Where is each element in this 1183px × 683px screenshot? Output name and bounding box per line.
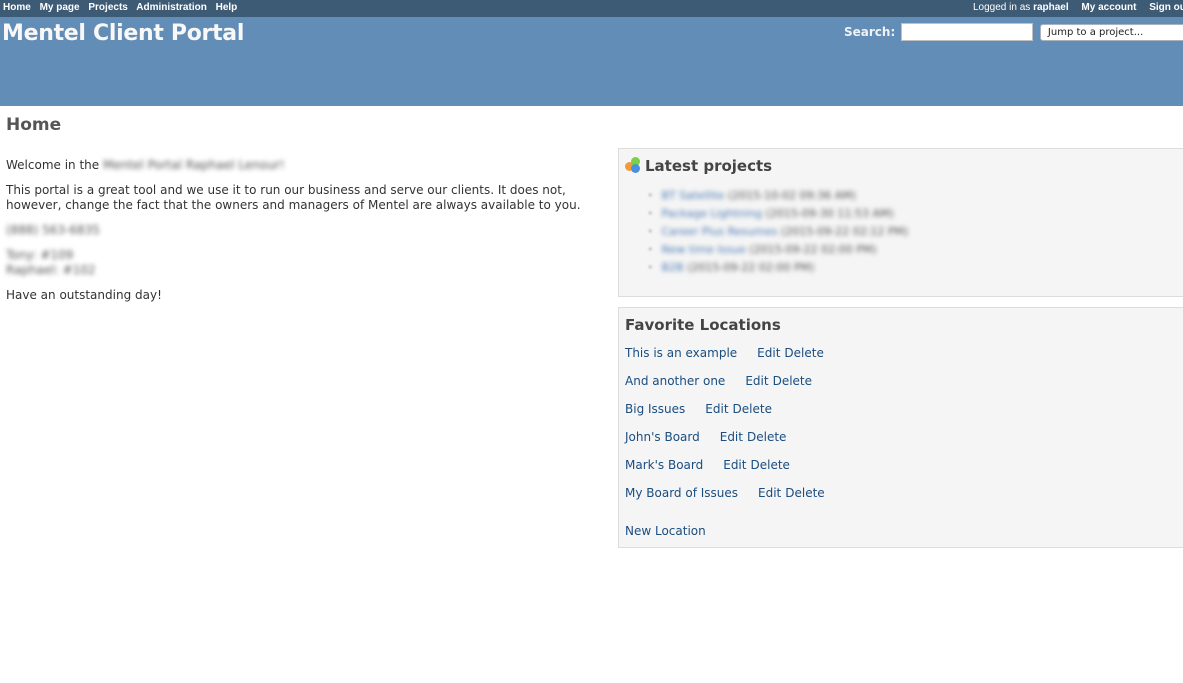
- menu-administration[interactable]: Administration: [136, 2, 207, 13]
- list-item: B2B (2015-09-22 02:00 PM): [647, 259, 908, 277]
- search-input[interactable]: [901, 23, 1034, 41]
- edit-link[interactable]: Edit: [705, 402, 728, 416]
- project-link[interactable]: B2B: [662, 261, 684, 274]
- delete-link[interactable]: Delete: [733, 402, 772, 416]
- latest-projects-box: Latest projects BT Satellite (2015-10-02…: [618, 148, 1183, 297]
- edit-link[interactable]: Edit: [720, 430, 743, 444]
- menu-projects[interactable]: Projects: [88, 2, 127, 13]
- latest-projects-heading: Latest projects: [625, 157, 772, 175]
- favorite-link[interactable]: And another one: [625, 374, 725, 388]
- extension-line: Raphael: #102: [6, 263, 96, 277]
- edit-link[interactable]: Edit: [723, 458, 746, 472]
- quick-search: Search: Jump to a project...: [844, 23, 1183, 41]
- header: Mentel Client Portal Search: Jump to a p…: [0, 17, 1183, 106]
- favorite-row: And another one Edit Delete: [625, 374, 812, 388]
- project-date: (2015-09-22 02:00 PM): [749, 243, 877, 256]
- favorite-row: My Board of Issues Edit Delete: [625, 486, 825, 500]
- site-title: Mentel Client Portal: [2, 21, 245, 46]
- new-location-link[interactable]: New Location: [625, 524, 706, 538]
- account-menu: Logged in as raphael My account Sign out: [973, 0, 1183, 16]
- favorite-locations-title: Favorite Locations: [625, 316, 781, 334]
- latest-projects-title: Latest projects: [645, 157, 773, 175]
- extensions: Tony: #109 Raphael: #102: [6, 248, 606, 278]
- favorite-locations-box: Favorite Locations This is an example Edi…: [618, 307, 1183, 548]
- list-item: BT Satellite (2015-10-02 09:36 AM): [647, 187, 908, 205]
- project-date: (2015-09-22 02:12 PM): [780, 225, 909, 238]
- favorite-row: Mark's Board Edit Delete: [625, 458, 790, 472]
- closing-line: Have an outstanding day!: [6, 288, 162, 302]
- my-account-link[interactable]: My account: [1081, 2, 1136, 13]
- project-link[interactable]: New time Issue: [662, 243, 746, 256]
- favorite-link[interactable]: This is an example: [625, 346, 737, 360]
- top-menu-left: Home My page Projects Administration Hel…: [3, 0, 243, 16]
- jump-to-project-select[interactable]: Jump to a project...: [1039, 23, 1183, 41]
- edit-link[interactable]: Edit: [758, 486, 781, 500]
- menu-help[interactable]: Help: [216, 2, 238, 13]
- favorite-row: This is an example Edit Delete: [625, 346, 824, 360]
- welcome-prefix: Welcome in the: [6, 158, 100, 172]
- menu-home[interactable]: Home: [3, 2, 31, 13]
- logged-in-label: Logged in as: [973, 2, 1031, 13]
- delete-link[interactable]: Delete: [750, 458, 789, 472]
- delete-link[interactable]: Delete: [784, 346, 823, 360]
- intro-paragraph: This portal is a great tool and we use i…: [6, 183, 581, 212]
- top-menu: Home My page Projects Administration Hel…: [0, 0, 1183, 17]
- edit-link[interactable]: Edit: [757, 346, 780, 360]
- phone-number: (888) 563-6835: [6, 223, 100, 237]
- delete-link[interactable]: Delete: [785, 486, 824, 500]
- favorite-row: John's Board Edit Delete: [625, 430, 786, 444]
- welcome-blurred-name: Mentel Portal Raphael Lenour!: [102, 158, 285, 172]
- menu-my-page[interactable]: My page: [40, 2, 80, 13]
- project-date: (2015-09-30 11:53 AM): [765, 207, 894, 220]
- welcome-text: Welcome in the Mentel Portal Raphael Len…: [6, 158, 606, 313]
- welcome-line: Welcome in the Mentel Portal Raphael Len…: [6, 158, 606, 173]
- list-item: Career Plus Resumes (2015-09-22 02:12 PM…: [647, 223, 909, 241]
- favorite-link[interactable]: Mark's Board: [625, 458, 703, 472]
- logged-in-username: raphael: [1033, 2, 1069, 13]
- favorite-link[interactable]: My Board of Issues: [625, 486, 738, 500]
- new-location-row: New Location: [625, 524, 706, 538]
- edit-link[interactable]: Edit: [745, 374, 768, 388]
- project-link[interactable]: Package Lightning: [662, 207, 763, 220]
- latest-projects-list: BT Satellite (2015-10-02 09:36 AM) Packa…: [647, 187, 909, 277]
- sign-out-link[interactable]: Sign out: [1149, 2, 1183, 13]
- extension-line: Tony: #109: [6, 248, 74, 262]
- list-item: Package Lightning (2015-09-30 11:53 AM): [647, 205, 908, 223]
- project-date: (2015-09-22 02:00 PM): [687, 261, 815, 274]
- list-item: New time Issue (2015-09-22 02:00 PM): [647, 241, 908, 259]
- delete-link[interactable]: Delete: [773, 374, 812, 388]
- search-label: Search:: [844, 25, 896, 39]
- page-title: Home: [6, 115, 62, 135]
- favorite-link[interactable]: John's Board: [625, 430, 700, 444]
- favorite-row: Big Issues Edit Delete: [625, 402, 772, 416]
- project-link[interactable]: BT Satellite: [662, 189, 725, 202]
- delete-link[interactable]: Delete: [747, 430, 786, 444]
- project-link[interactable]: Career Plus Resumes: [662, 225, 778, 238]
- projects-icon: [625, 157, 641, 173]
- project-date: (2015-10-02 09:36 AM): [727, 189, 857, 202]
- favorite-link[interactable]: Big Issues: [625, 402, 685, 416]
